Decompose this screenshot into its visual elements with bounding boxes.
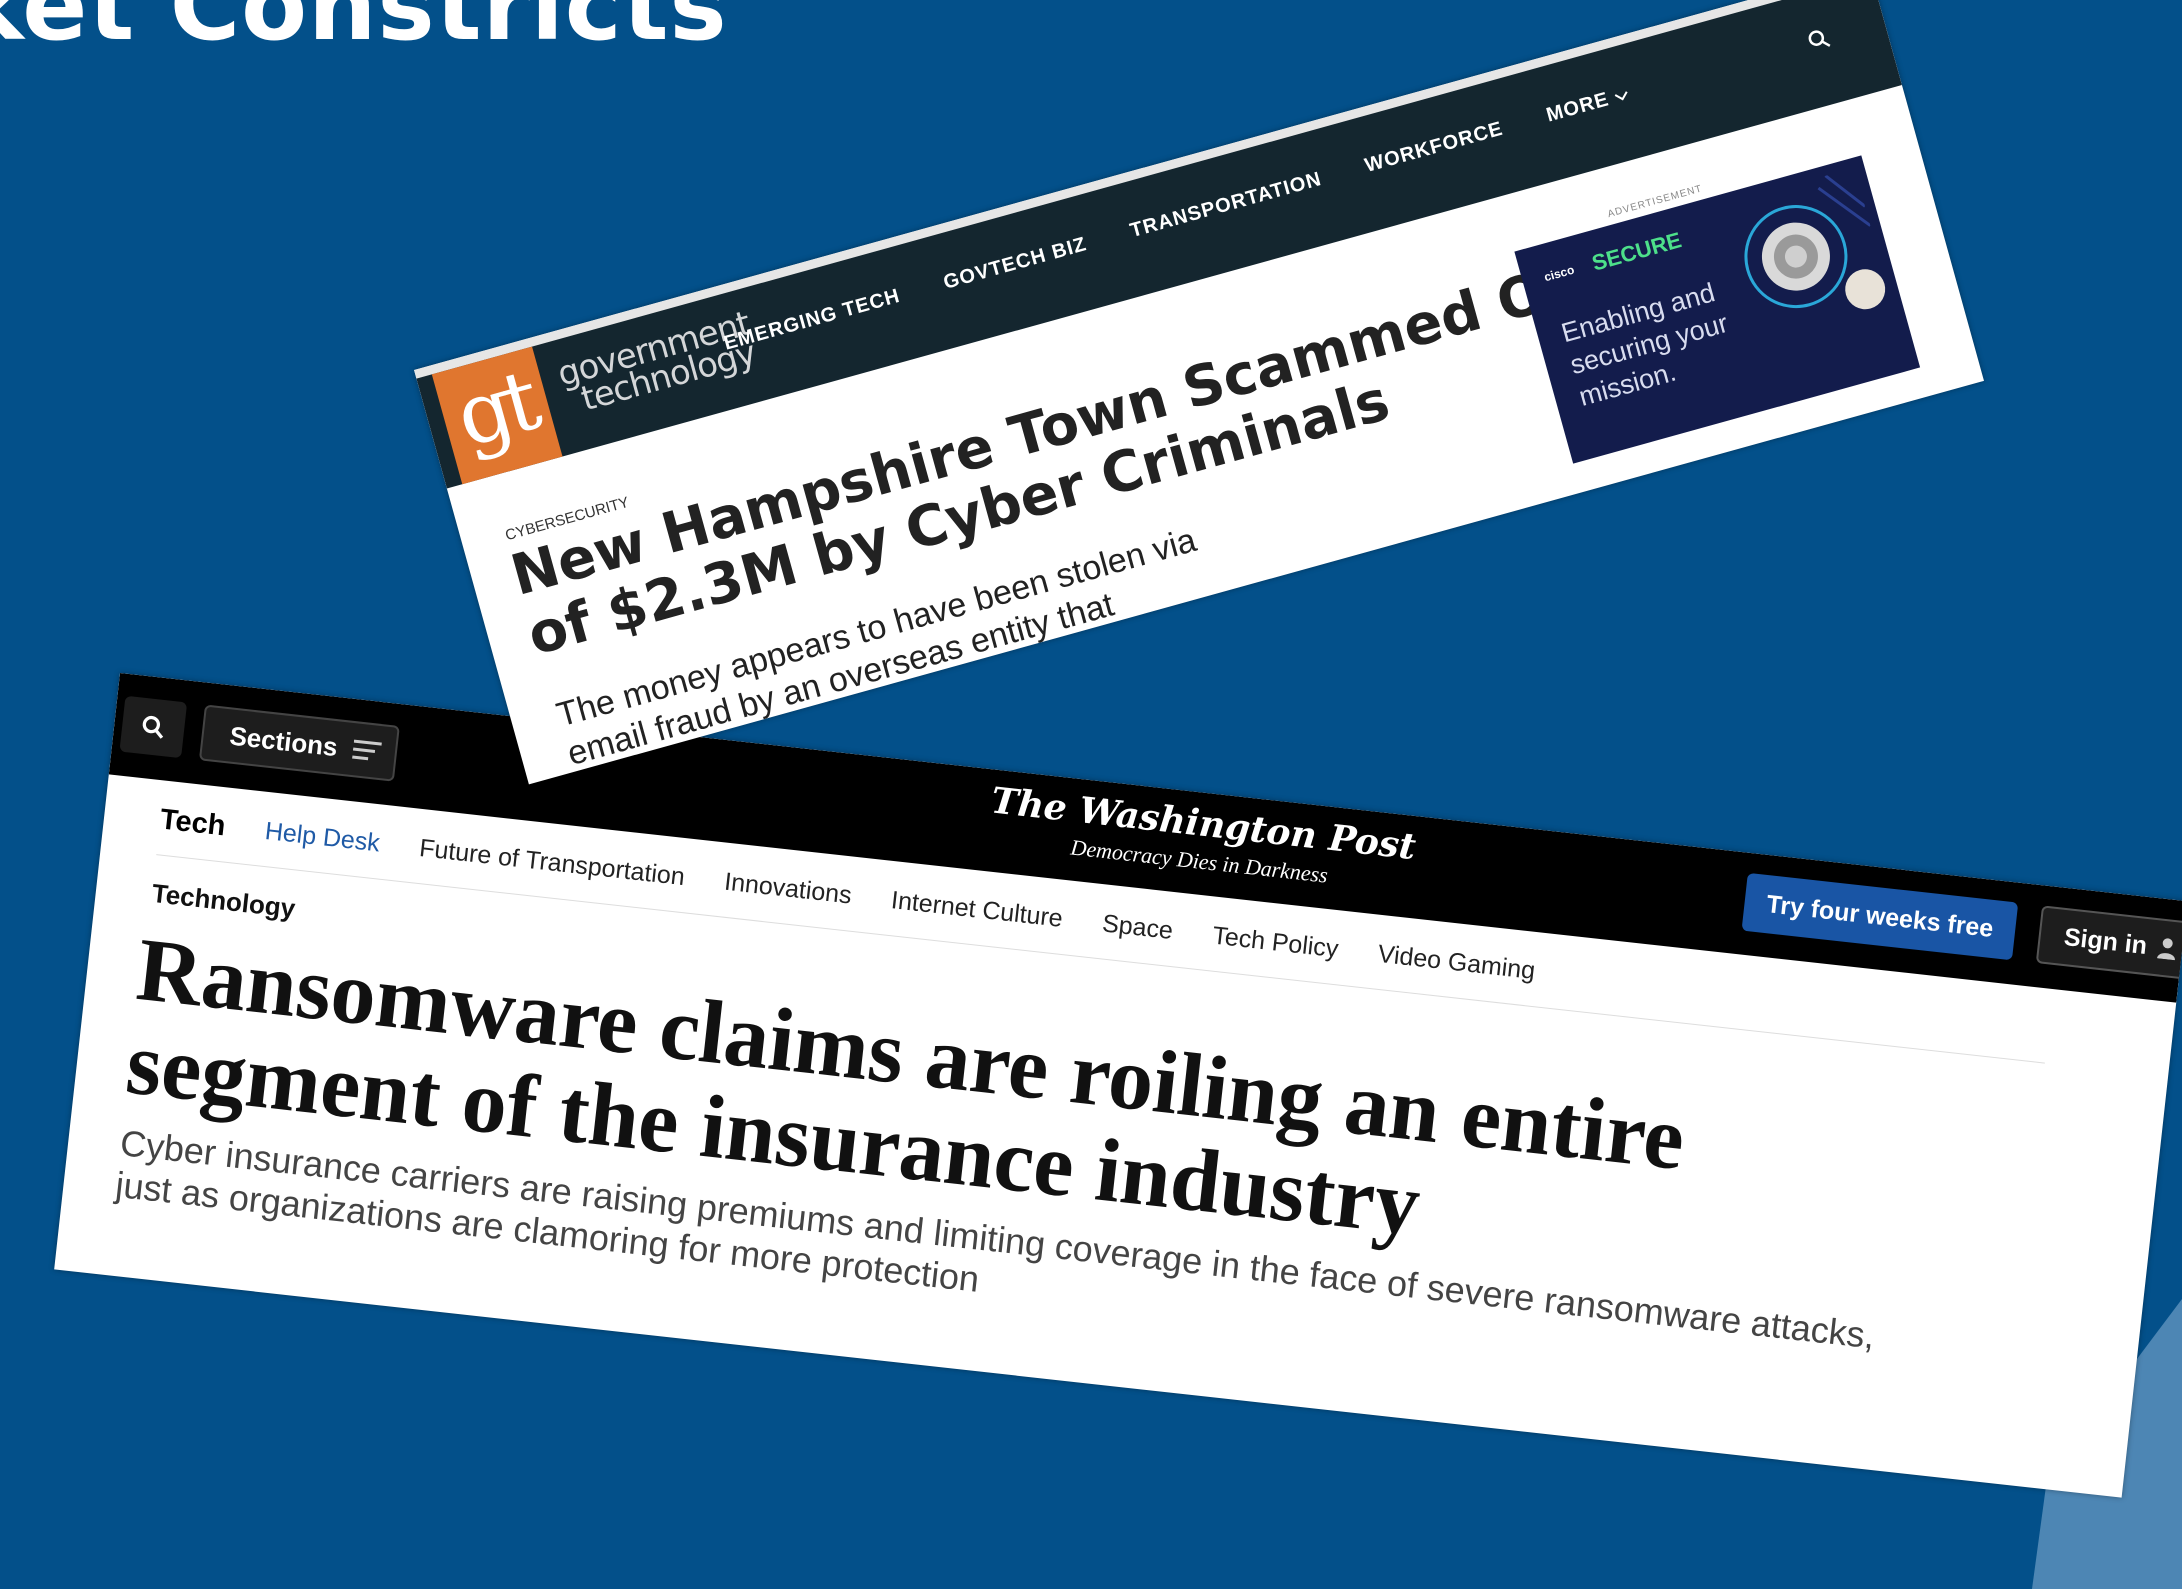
subnav-item-help-desk[interactable]: Help Desk [264,816,382,857]
ad-secure-text: SECURE [1589,227,1685,276]
subnav-item-video-gaming[interactable]: Video Gaming [1376,939,1537,985]
subnav-item-internet-culture[interactable]: Internet Culture [890,886,1064,934]
subnav-item-tech[interactable]: Tech [158,803,227,843]
nav-item-govtech-biz[interactable]: GOVTECH BIZ [941,233,1089,295]
user-icon [2156,938,2175,961]
nav-item-workforce[interactable]: WORKFORCE [1363,118,1506,178]
wapo-masthead[interactable]: The Washington Post Democracy Dies in Da… [986,780,1418,898]
wapo-sections-button[interactable]: Sections [198,704,400,782]
nav-more-label: MORE [1543,88,1612,127]
try-four-weeks-button[interactable]: Try four weeks free [1741,872,2019,961]
sign-in-label: Sign in [2062,922,2149,960]
sign-in-button[interactable]: Sign in [2035,905,2182,981]
wapo-search-button[interactable] [119,695,188,759]
sections-label: Sections [228,720,340,762]
subnav-item-space[interactable]: Space [1101,909,1175,946]
nav-item-more[interactable]: MORE [1544,83,1631,128]
nav-item-emerging-tech[interactable]: EMERGING TECH [721,285,902,356]
cisco-ad-banner[interactable]: cisco SECURE Enabling and securing your … [1514,155,1921,464]
article-kicker[interactable]: Technology [150,878,296,925]
washington-post-screenshot: Sections The Washington Post Democracy D… [54,673,2182,1498]
ad-message: Enabling and securing your mission. [1558,277,1732,412]
subnav-item-tech-policy[interactable]: Tech Policy [1211,921,1340,964]
menu-icon [352,739,383,761]
subnav-item-future-of-transportation[interactable]: Future of Transportation [418,834,686,892]
govtech-screenshot: gt government technology EMERGING TECH G… [414,0,1984,785]
chevron-down-icon [1614,90,1628,101]
slide-title: ket Constricts [0,0,728,62]
search-icon [1808,30,1831,47]
gt-search-button[interactable] [1804,25,1835,59]
nav-item-transportation[interactable]: TRANSPORTATION [1128,168,1325,243]
search-icon [142,715,164,739]
subnav-item-innovations[interactable]: Innovations [723,867,853,910]
cisco-logo: cisco [1542,262,1576,285]
